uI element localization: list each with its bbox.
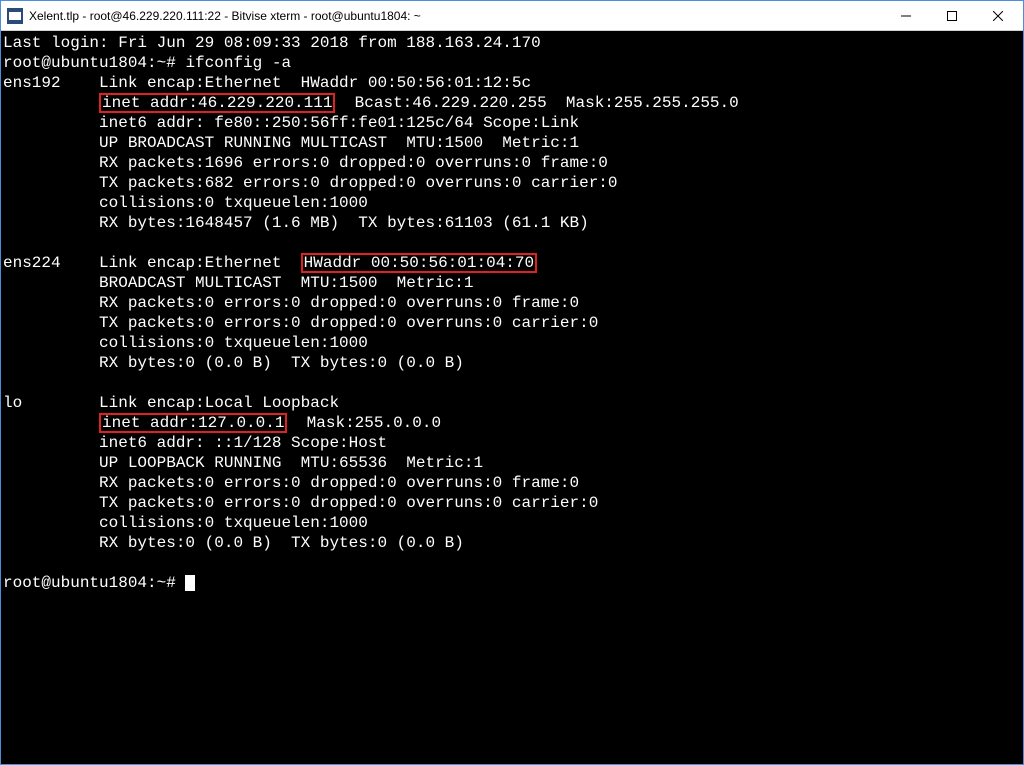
iface-line: RX bytes:0 (0.0 B) TX bytes:0 (0.0 B)	[99, 354, 464, 372]
iface-name: ens224	[3, 254, 61, 272]
iface-line: collisions:0 txqueuelen:1000	[99, 194, 368, 212]
iface-line: TX packets:0 errors:0 dropped:0 overruns…	[99, 494, 598, 512]
minimize-button[interactable]	[883, 1, 929, 31]
close-button[interactable]	[975, 1, 1021, 31]
highlight-hwaddr: HWaddr 00:50:56:01:04:70	[301, 253, 537, 273]
iface-line: Mask:255.0.0.0	[287, 414, 441, 432]
window-title: Xelent.tlp - root@46.229.220.111:22 - Bi…	[29, 9, 883, 23]
iface-name: lo	[3, 394, 22, 412]
iface-line: RX packets:0 errors:0 dropped:0 overruns…	[99, 474, 579, 492]
iface-line: collisions:0 txqueuelen:1000	[99, 334, 368, 352]
iface-line: TX packets:0 errors:0 dropped:0 overruns…	[99, 314, 598, 332]
iface-line: UP BROADCAST RUNNING MULTICAST MTU:1500 …	[99, 134, 579, 152]
terminal-cursor	[185, 575, 195, 591]
iface-line: Link encap:Local Loopback	[99, 394, 339, 412]
iface-line: BROADCAST MULTICAST MTU:1500 Metric:1	[99, 274, 473, 292]
iface-line: RX bytes:1648457 (1.6 MB) TX bytes:61103…	[99, 214, 589, 232]
iface-line: Link encap:Ethernet	[99, 254, 301, 272]
window-controls	[883, 1, 1021, 31]
iface-line: Link encap:Ethernet HWaddr 00:50:56:01:1…	[99, 74, 531, 92]
command-text: ifconfig -a	[185, 54, 291, 72]
highlight-inet-addr: inet addr:127.0.0.1	[99, 413, 287, 433]
iface-line: inet6 addr: fe80::250:56ff:fe01:125c/64 …	[99, 114, 579, 132]
iface-line: RX bytes:0 (0.0 B) TX bytes:0 (0.0 B)	[99, 534, 464, 552]
shell-prompt: root@ubuntu1804:~#	[3, 574, 185, 592]
iface-name: ens192	[3, 74, 61, 92]
highlight-inet-addr: inet addr:46.229.220.111	[99, 93, 335, 113]
iface-line: RX packets:0 errors:0 dropped:0 overruns…	[99, 294, 579, 312]
iface-line: Bcast:46.229.220.255 Mask:255.255.255.0	[335, 94, 738, 112]
iface-line: collisions:0 txqueuelen:1000	[99, 514, 368, 532]
iface-line: inet6 addr: ::1/128 Scope:Host	[99, 434, 387, 452]
last-login-line: Last login: Fri Jun 29 08:09:33 2018 fro…	[3, 34, 541, 52]
shell-prompt: root@ubuntu1804:~#	[3, 54, 185, 72]
iface-line: UP LOOPBACK RUNNING MTU:65536 Metric:1	[99, 454, 483, 472]
maximize-button[interactable]	[929, 1, 975, 31]
app-icon	[7, 8, 23, 24]
terminal-area[interactable]: Last login: Fri Jun 29 08:09:33 2018 fro…	[1, 31, 1023, 764]
iface-line: RX packets:1696 errors:0 dropped:0 overr…	[99, 154, 608, 172]
window-titlebar[interactable]: Xelent.tlp - root@46.229.220.111:22 - Bi…	[1, 1, 1023, 31]
iface-line: TX packets:682 errors:0 dropped:0 overru…	[99, 174, 617, 192]
